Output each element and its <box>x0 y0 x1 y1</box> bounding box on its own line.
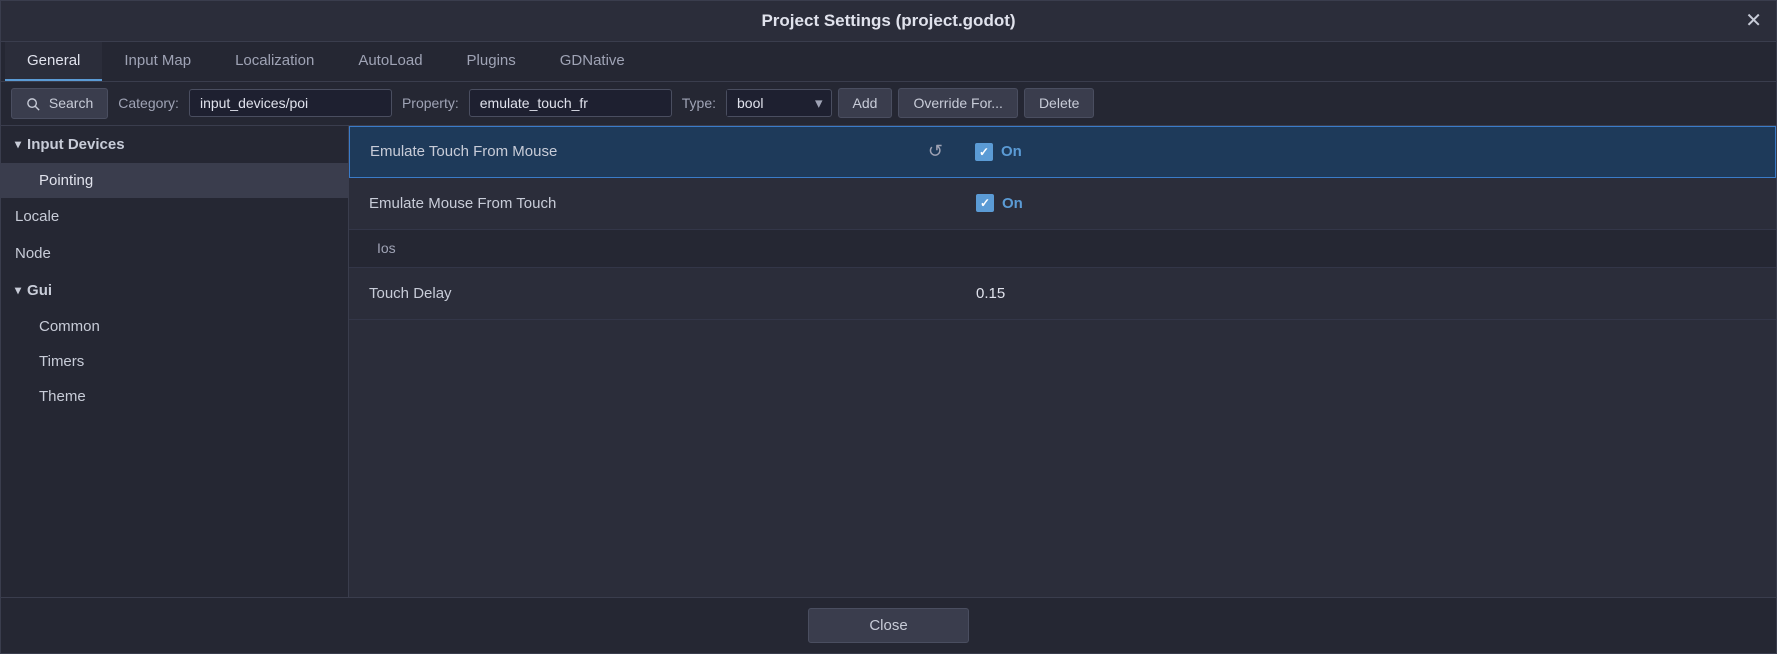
sidebar-group-gui-label: Gui <box>27 282 52 299</box>
emulate-touch-label: Emulate Touch From Mouse <box>350 143 916 160</box>
property-label: Property: <box>398 95 463 111</box>
close-dialog-button[interactable]: Close <box>808 608 968 643</box>
settings-row-emulate-touch[interactable]: Emulate Touch From Mouse ↺ On <box>349 126 1776 178</box>
settings-row-emulate-mouse[interactable]: Emulate Mouse From Touch On <box>349 178 1776 230</box>
sidebar-item-node[interactable]: Node <box>1 235 348 272</box>
sidebar-item-locale[interactable]: Locale <box>1 198 348 235</box>
touch-delay-value: 0.15 <box>956 285 1776 302</box>
touch-delay-number: 0.15 <box>976 285 1005 302</box>
sidebar-item-common[interactable]: Common <box>1 309 348 344</box>
emulate-touch-value: On <box>955 143 1775 161</box>
project-settings-dialog: Project Settings (project.godot) ✕ Gener… <box>0 0 1777 654</box>
tab-plugins[interactable]: Plugins <box>445 42 538 81</box>
add-button[interactable]: Add <box>838 88 893 118</box>
tab-bar: General Input Map Localization AutoLoad … <box>1 42 1776 82</box>
chevron-down-icon: ▾ <box>15 283 21 297</box>
sidebar-item-theme[interactable]: Theme <box>1 379 348 414</box>
category-input[interactable] <box>189 89 392 117</box>
ios-section-label: Ios <box>349 240 1776 256</box>
sidebar-item-pointing[interactable]: Pointing <box>1 163 348 198</box>
search-label: Search <box>49 95 93 111</box>
sidebar-group-input-devices-label: Input Devices <box>27 136 125 153</box>
footer: Close <box>1 597 1776 653</box>
checkbox-emulate-touch[interactable] <box>975 143 993 161</box>
window-close-button[interactable]: ✕ <box>1745 11 1762 31</box>
main-content: ▾ Input Devices Pointing Locale Node ▾ G… <box>1 126 1776 597</box>
emulate-mouse-value: On <box>956 194 1776 212</box>
tab-autoload[interactable]: AutoLoad <box>336 42 444 81</box>
override-for-button[interactable]: Override For... <box>898 88 1017 118</box>
category-label: Category: <box>114 95 183 111</box>
reset-button-emulate-touch[interactable]: ↺ <box>916 141 955 162</box>
sidebar-item-timers[interactable]: Timers <box>1 344 348 379</box>
settings-row-touch-delay[interactable]: Touch Delay 0.15 <box>349 268 1776 320</box>
tab-input-map[interactable]: Input Map <box>102 42 213 81</box>
dialog-title: Project Settings (project.godot) <box>761 11 1015 30</box>
content-area: Emulate Touch From Mouse ↺ On Emulate Mo… <box>349 126 1776 597</box>
tab-general[interactable]: General <box>5 42 102 81</box>
sidebar: ▾ Input Devices Pointing Locale Node ▾ G… <box>1 126 349 597</box>
sidebar-group-input-devices[interactable]: ▾ Input Devices <box>1 126 348 163</box>
chevron-down-icon: ▾ <box>807 94 831 112</box>
emulate-touch-on-text: On <box>1001 143 1022 160</box>
tab-localization[interactable]: Localization <box>213 42 336 81</box>
emulate-mouse-on-text: On <box>1002 195 1023 212</box>
emulate-mouse-label: Emulate Mouse From Touch <box>349 195 956 212</box>
title-bar: Project Settings (project.godot) ✕ <box>1 1 1776 42</box>
type-select-wrap: bool int float String ▾ <box>726 89 832 117</box>
delete-button[interactable]: Delete <box>1024 88 1094 118</box>
search-icon <box>26 97 41 112</box>
chevron-down-icon: ▾ <box>15 137 21 151</box>
property-input[interactable] <box>469 89 672 117</box>
toolbar: Search Category: Property: Type: bool in… <box>1 82 1776 126</box>
checkbox-emulate-mouse[interactable] <box>976 194 994 212</box>
settings-row-ios-section: Ios <box>349 230 1776 268</box>
type-select[interactable]: bool int float String <box>727 90 807 116</box>
tab-gdnative[interactable]: GDNative <box>538 42 647 81</box>
search-button[interactable]: Search <box>11 88 108 119</box>
sidebar-group-gui[interactable]: ▾ Gui <box>1 272 348 309</box>
type-label: Type: <box>678 95 720 111</box>
touch-delay-label: Touch Delay <box>349 285 956 302</box>
